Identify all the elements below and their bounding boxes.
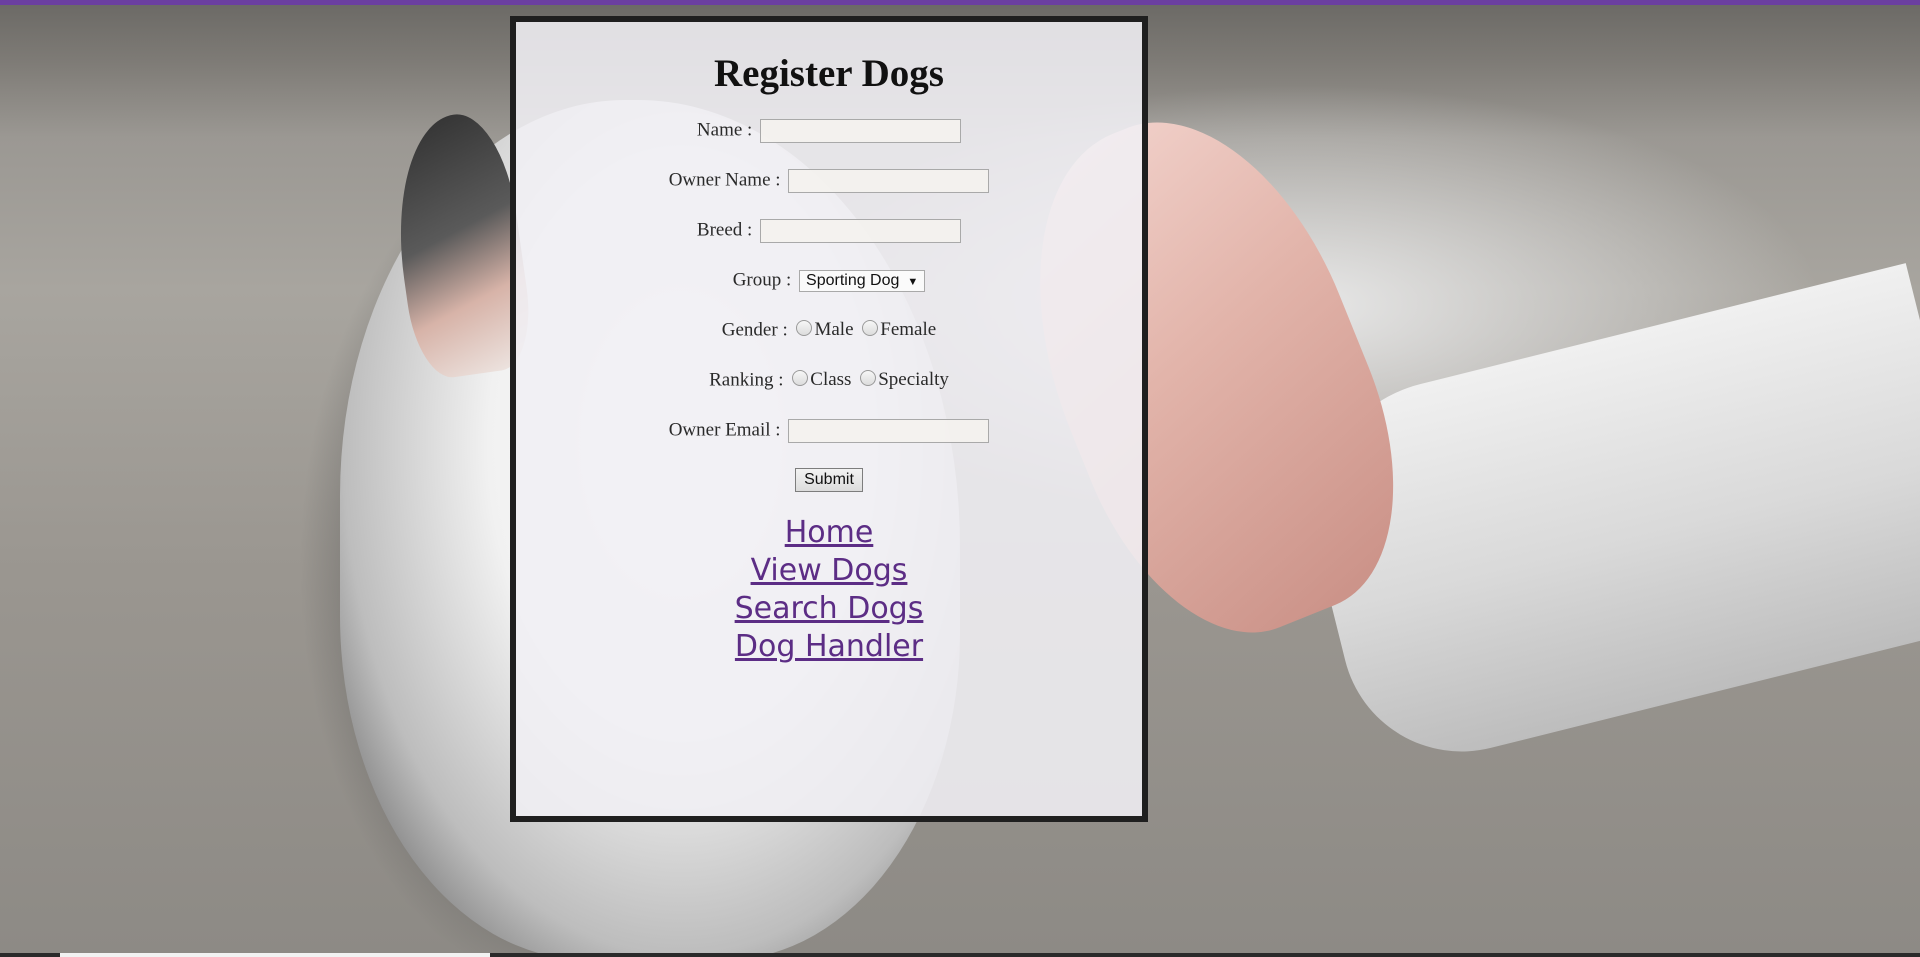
chevron-down-icon: ▼ <box>907 275 919 288</box>
ranking-specialty-label: Specialty <box>878 369 949 390</box>
ranking-row: Ranking : Class Specialty <box>516 368 1142 396</box>
ranking-label: Ranking : <box>709 369 784 391</box>
gender-female-radio[interactable] <box>862 319 879 336</box>
ranking-class-radio[interactable] <box>792 369 809 386</box>
owner-email-label: Owner Email : <box>668 419 781 441</box>
name-input[interactable] <box>760 118 962 143</box>
group-select[interactable]: Sporting Dog ▼ <box>799 269 926 292</box>
nav-links: Home View Dogs Search Dogs Dog Handler <box>516 514 1142 666</box>
scrollbar-thumb[interactable] <box>60 953 490 957</box>
owner-name-row: Owner Name : <box>516 168 1142 196</box>
gender-row: Gender : Male Female <box>516 318 1142 346</box>
gender-male-label: Male <box>814 319 854 340</box>
nav-link-search-dogs[interactable]: Search Dogs <box>516 590 1142 628</box>
bottom-scrollbar[interactable] <box>0 953 1920 957</box>
owner-name-input[interactable] <box>788 168 990 193</box>
breed-label: Breed : <box>696 219 753 241</box>
breed-input[interactable] <box>760 218 962 243</box>
register-form-panel: Register Dogs Name : Owner Name : Breed … <box>510 16 1148 822</box>
owner-name-label: Owner Name : <box>668 169 781 191</box>
nav-link-dog-handler[interactable]: Dog Handler <box>516 628 1142 666</box>
submit-button[interactable]: Submit <box>795 468 863 492</box>
gender-female-label: Female <box>880 319 937 340</box>
group-row: Group : Sporting Dog ▼ <box>516 268 1142 296</box>
group-select-value: Sporting Dog <box>806 271 900 289</box>
group-label: Group : <box>732 269 792 291</box>
owner-email-input[interactable] <box>788 418 990 443</box>
nav-link-view-dogs[interactable]: View Dogs <box>516 552 1142 590</box>
name-row: Name : <box>516 118 1142 146</box>
ranking-specialty-radio[interactable] <box>860 369 877 386</box>
gender-label: Gender : <box>721 319 788 341</box>
name-label: Name : <box>696 119 753 141</box>
ranking-class-label: Class <box>810 369 852 390</box>
nav-link-home[interactable]: Home <box>516 514 1142 552</box>
owner-email-row: Owner Email : <box>516 418 1142 446</box>
page-title: Register Dogs <box>714 52 944 95</box>
breed-row: Breed : <box>516 218 1142 246</box>
top-accent-bar <box>0 0 1920 5</box>
gender-male-radio[interactable] <box>796 319 813 336</box>
